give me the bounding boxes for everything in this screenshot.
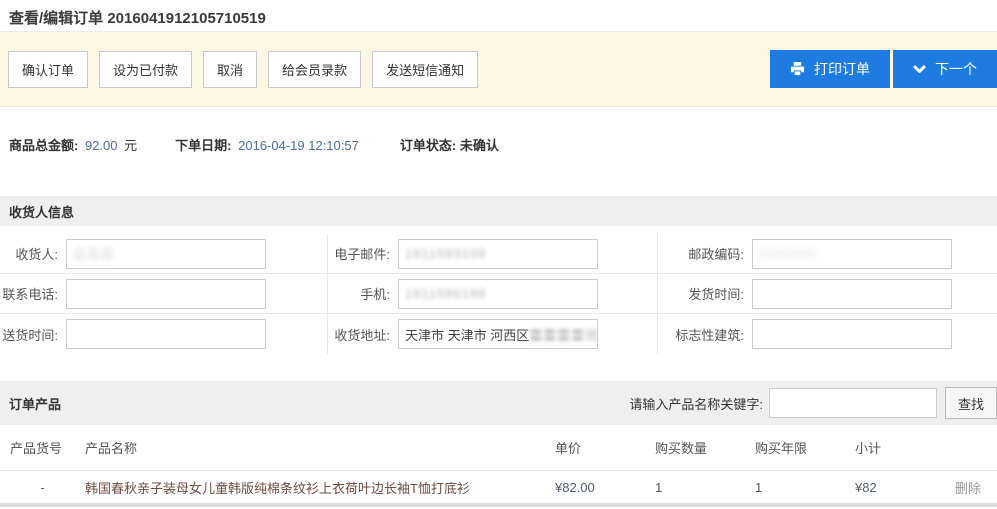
order-date-label: 下单日期: — [175, 138, 231, 153]
ship-time-input[interactable] — [752, 279, 952, 309]
email-field: 电子邮件: 1811593109 — [328, 234, 658, 274]
next-order-button[interactable]: 下一个 — [893, 50, 997, 88]
postcode-label: 邮政编码: — [658, 244, 744, 263]
cancel-order-button[interactable]: 取消 — [203, 51, 257, 88]
phone-label: 联系电话: — [0, 284, 58, 303]
delivery-time-input[interactable] — [66, 319, 266, 349]
next-order-label: 下一个 — [935, 59, 977, 79]
toolbar-right: 打印订单 下一个 — [770, 50, 997, 88]
recipient-section-title: 收货人信息 — [9, 202, 74, 221]
consignee-field: 收货人: 〓〓〓 — [0, 234, 328, 274]
order-amount-unit: 元 — [124, 138, 137, 153]
send-sms-button[interactable]: 发送短信通知 — [372, 51, 478, 88]
delivery-time-field: 送货时间: — [0, 314, 328, 354]
toolbar: 确认订单 设为已付款 取消 给会员录款 发送短信通知 打印订单 下一个 — [0, 31, 997, 107]
order-status-value: 未确认 — [460, 138, 499, 153]
product-row: - 韩国春秋亲子装母女儿童韩版纯棉条纹衫上衣荷叶边长袖T恤打底衫 ¥82.00 … — [0, 471, 997, 503]
column-header-subtotal: 小计 — [855, 438, 955, 457]
landmark-input[interactable] — [752, 319, 952, 349]
delivery-time-label: 送货时间: — [0, 325, 58, 344]
ship-time-label: 发货时间: — [658, 284, 744, 303]
product-years: 1 — [755, 480, 855, 495]
mobile-input[interactable]: 1811596198 — [398, 279, 598, 309]
delete-product-link[interactable]: 删除 — [955, 481, 981, 496]
product-search-input[interactable] — [769, 388, 937, 418]
postcode-masked-value: 2000000 — [759, 246, 817, 261]
mobile-masked-value: 1811596198 — [405, 286, 486, 301]
recipient-section-header: 收货人信息 — [0, 196, 997, 226]
order-amount-value: 92.00 — [85, 138, 118, 153]
order-status: 订单状态: 未确认 — [400, 135, 499, 154]
bottom-divider — [0, 503, 997, 507]
email-input[interactable]: 1811593109 — [398, 239, 598, 269]
email-label: 电子邮件: — [328, 244, 390, 263]
order-summary: 商品总金额: 92.00 元 下单日期: 2016-04-19 12:10:57… — [0, 107, 997, 196]
postcode-field: 邮政编码: 2000000 — [658, 234, 997, 274]
address-masked-value: 〓〓〓〓现 — [529, 325, 598, 344]
postcode-input[interactable]: 2000000 — [752, 239, 952, 269]
phone-field: 联系电话: — [0, 274, 328, 314]
form-spacer — [0, 354, 997, 381]
column-header-name: 产品名称 — [85, 438, 555, 457]
email-masked-value: 1811593109 — [405, 246, 486, 261]
order-status-label: 订单状态: — [400, 138, 456, 153]
address-field: 收货地址: 天津市 天津市 河西区〓〓〓〓现 — [328, 314, 658, 354]
products-table-header: 产品货号 产品名称 单价 购买数量 购买年限 小计 — [0, 425, 997, 471]
page-title: 查看/编辑订单 2016041912105710519 — [0, 0, 997, 31]
print-order-label: 打印订单 — [814, 59, 870, 79]
product-search-label: 请输入产品名称关键字: — [629, 394, 763, 413]
address-input[interactable]: 天津市 天津市 河西区〓〓〓〓现 — [398, 319, 598, 349]
column-header-price: 单价 — [555, 438, 655, 457]
consignee-input[interactable]: 〓〓〓 — [66, 239, 266, 269]
consignee-label: 收货人: — [0, 244, 58, 263]
recipient-form: 收货人: 〓〓〓 电子邮件: 1811593109 邮政编码: 2000000 … — [0, 226, 997, 354]
product-price: ¥82.00 — [555, 480, 655, 495]
printer-icon — [790, 62, 805, 76]
product-name[interactable]: 韩国春秋亲子装母女儿童韩版纯棉条纹衫上衣荷叶边长袖T恤打底衫 — [85, 478, 555, 497]
chevron-down-icon — [913, 65, 926, 74]
landmark-label: 标志性建筑: — [658, 325, 744, 344]
product-qty: 1 — [655, 480, 755, 495]
landmark-field: 标志性建筑: — [658, 314, 997, 354]
product-sku: - — [0, 480, 85, 495]
order-amount-label: 商品总金额: — [9, 138, 78, 153]
consignee-masked-value: 〓〓〓 — [73, 244, 115, 263]
order-date: 下单日期: 2016-04-19 12:10:57 — [175, 135, 362, 154]
print-order-button[interactable]: 打印订单 — [770, 50, 890, 88]
ship-time-field: 发货时间: — [658, 274, 997, 314]
mobile-label: 手机: — [328, 284, 390, 303]
product-search-button[interactable]: 查找 — [945, 387, 997, 419]
products-section-header: 订单产品 请输入产品名称关键字: 查找 — [0, 381, 997, 425]
address-label: 收货地址: — [328, 325, 390, 344]
record-member-payment-button[interactable]: 给会员录款 — [268, 51, 361, 88]
column-header-years: 购买年限 — [755, 438, 855, 457]
mobile-field: 手机: 1811596198 — [328, 274, 658, 314]
order-amount: 商品总金额: 92.00 元 — [9, 135, 137, 154]
product-subtotal: ¥82 — [855, 480, 955, 495]
phone-input[interactable] — [66, 279, 266, 309]
product-search: 请输入产品名称关键字: 查找 — [629, 387, 997, 419]
set-paid-button[interactable]: 设为已付款 — [99, 51, 192, 88]
confirm-order-button[interactable]: 确认订单 — [8, 51, 88, 88]
order-date-value: 2016-04-19 12:10:57 — [238, 138, 359, 153]
products-section-title: 订单产品 — [9, 394, 61, 413]
column-header-sku: 产品货号 — [0, 438, 85, 457]
column-header-qty: 购买数量 — [655, 438, 755, 457]
address-value: 天津市 天津市 河西区 — [405, 325, 529, 344]
